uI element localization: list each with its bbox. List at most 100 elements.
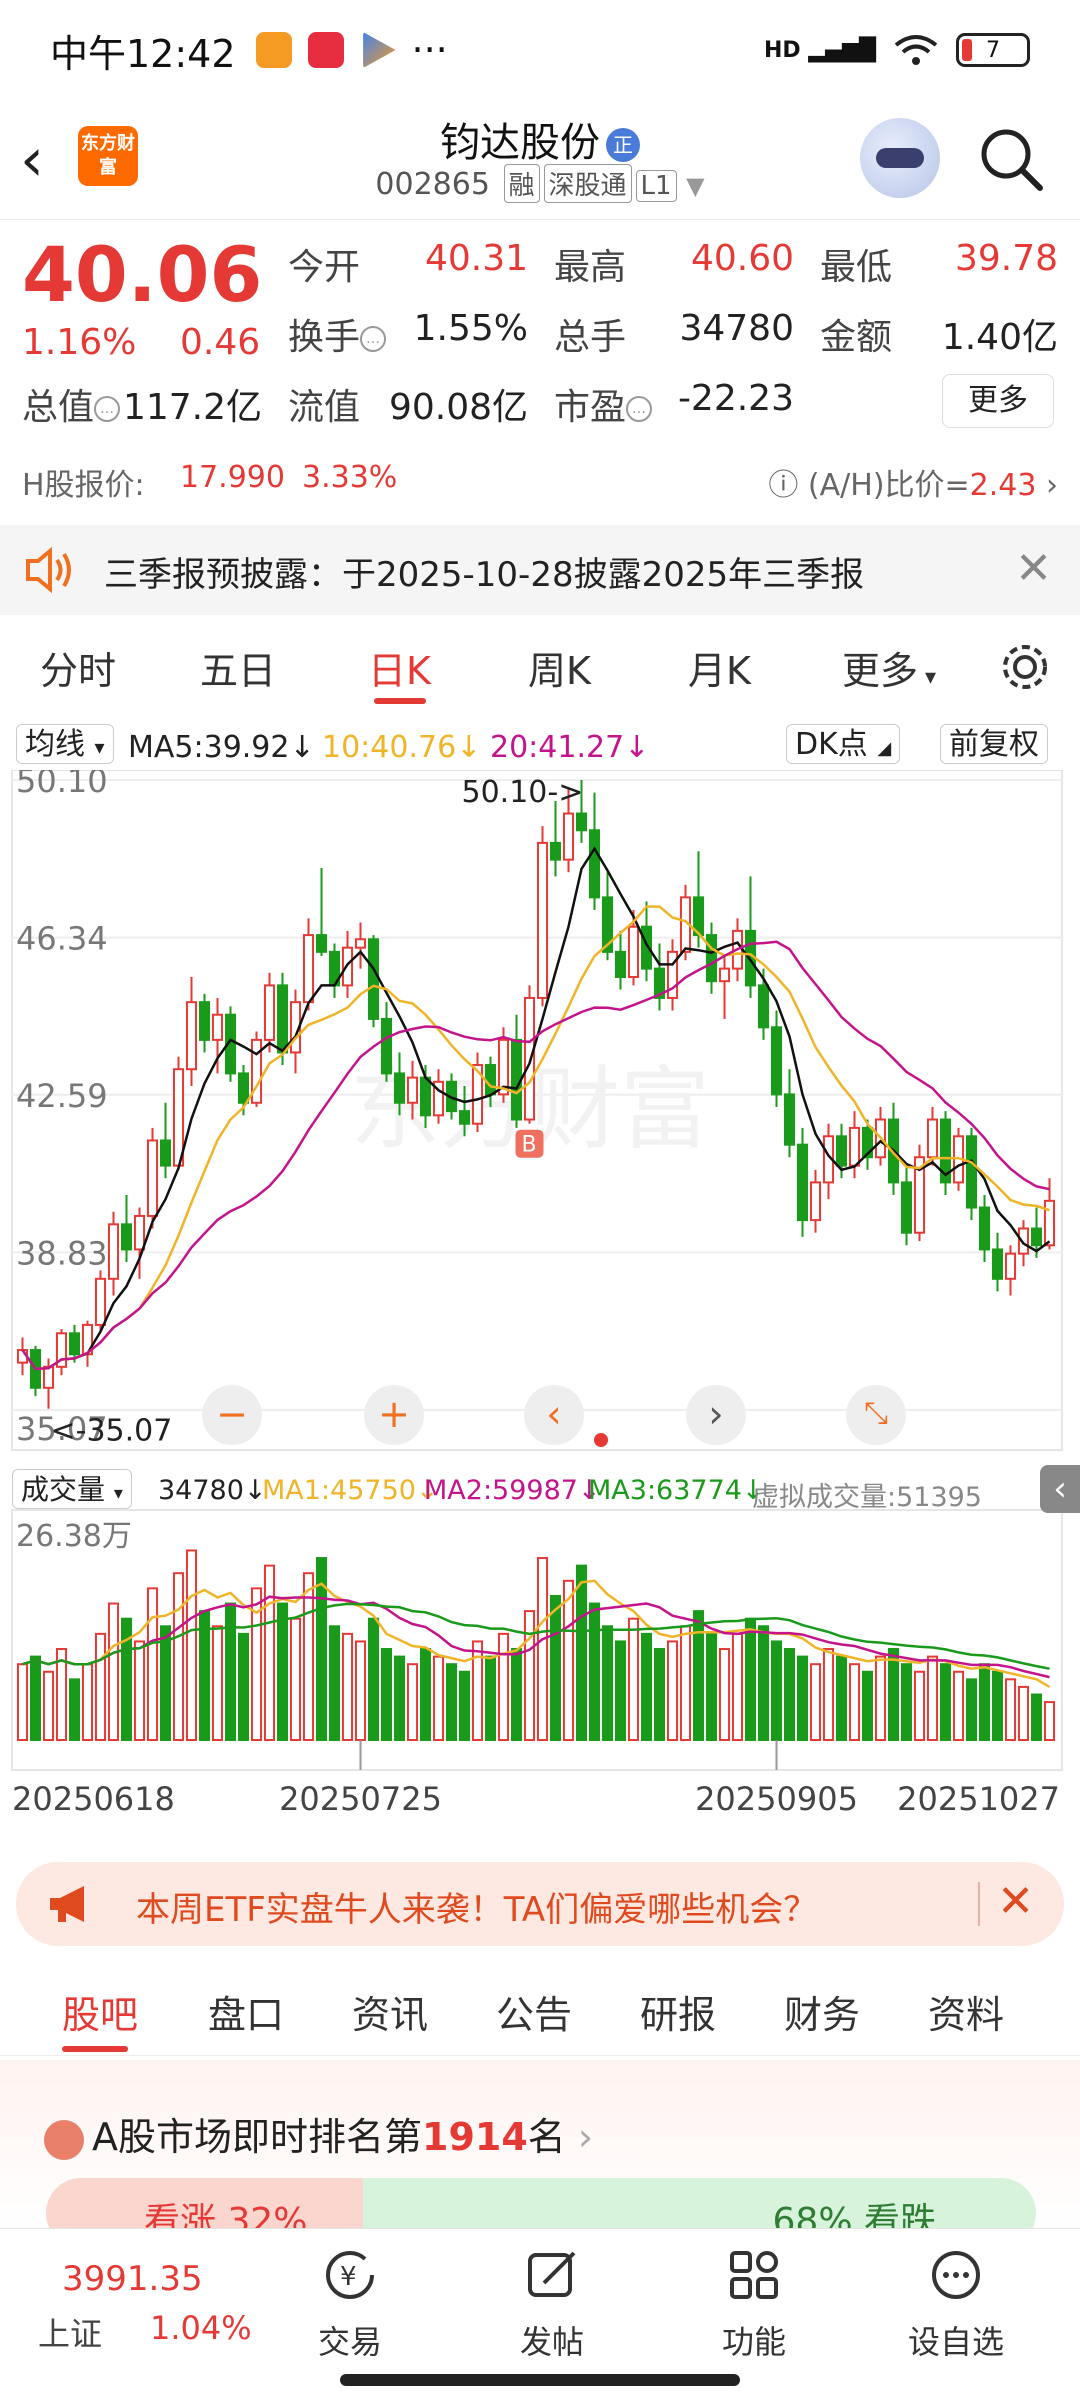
tab-profile[interactable]: 资料 — [928, 1984, 1004, 2039]
volume-bar — [835, 1655, 848, 1742]
tab-order-book[interactable]: 盘口 — [208, 1984, 284, 2039]
volume-bar — [510, 1648, 523, 1741]
scroll-right-button[interactable]: › — [686, 1385, 746, 1445]
tab-intraday[interactable]: 分时 — [40, 640, 116, 695]
candle-body — [926, 1118, 939, 1159]
volume-bar — [562, 1579, 575, 1741]
candle-body — [809, 1181, 822, 1222]
zheng-badge-icon: 正 — [606, 128, 640, 162]
volume-bar — [939, 1663, 952, 1742]
h-share-price: 17.990 — [180, 460, 285, 495]
settings-gear-icon[interactable] — [998, 640, 1052, 694]
tab-news[interactable]: 资讯 — [352, 1984, 428, 2039]
status-time: 中午12:42 — [50, 31, 236, 76]
volume-bar — [1043, 1701, 1056, 1741]
nav-post[interactable]: 发帖 — [492, 2247, 612, 2363]
h-share-row[interactable]: H股报价: 17.990 3.33% ⓘ (A/H)比价=2.43 › — [0, 460, 1080, 510]
scroll-left-button[interactable]: ‹ — [524, 1385, 584, 1445]
tab-daily-k[interactable]: 日K — [368, 640, 431, 695]
candle-body — [159, 1139, 172, 1167]
volume-bar — [380, 1648, 393, 1741]
kline-chart[interactable]: 50.1046.3442.5938.8335.07东方财富50.10-><-35… — [10, 770, 1070, 1850]
volume-bar — [796, 1655, 809, 1742]
ma-selector[interactable]: 均线 ▾ — [16, 724, 114, 764]
date-label: 20250725 — [279, 1780, 442, 1818]
volume-legend: 成交量 ▾ 34780↓ MA1:45750↓ MA2:59987↓ MA3:6… — [0, 1465, 1080, 1515]
volume-bar — [55, 1648, 68, 1741]
tab-more[interactable]: 更多 ▾ — [842, 640, 936, 695]
quote-market-cap[interactable]: 总值… 117.2亿 — [22, 378, 262, 430]
volume-selector[interactable]: 成交量 ▾ — [12, 1469, 132, 1509]
candle-body — [211, 1013, 224, 1041]
candle-body — [354, 938, 367, 949]
quote-float-cap: 流值 90.08亿 — [288, 387, 528, 428]
app-notification-icon-2 — [307, 32, 344, 68]
tab-five-day[interactable]: 五日 — [200, 640, 276, 695]
volume-bar — [367, 1617, 380, 1741]
tab-weekly-k[interactable]: 周K — [528, 640, 591, 695]
play-icon — [363, 32, 396, 68]
quote-high: 最高 40.60 — [554, 238, 794, 288]
index-value[interactable]: 3991.35 — [62, 2259, 203, 2299]
volume-bar — [16, 1663, 29, 1742]
status-bar: 中午12:42 ··· HD ▂▄▆█ 7 — [0, 0, 1080, 100]
more-button[interactable]: 更多 — [942, 374, 1054, 428]
megaphone-icon — [50, 1886, 84, 1922]
tab-announcements[interactable]: 公告 — [496, 1984, 572, 2039]
volume-bar — [1017, 1685, 1030, 1742]
tag-level: L1 — [635, 170, 677, 202]
candle-body — [588, 829, 601, 899]
volume-bar — [588, 1602, 601, 1741]
candle-body — [718, 967, 731, 983]
volume-bar — [614, 1640, 627, 1742]
banner-text: 本周ETF实盘牛人来袭！TA们偏爱哪些机会？ — [136, 1890, 818, 1930]
adjust-selector[interactable]: 前复权 — [940, 724, 1048, 764]
volume-bar — [627, 1617, 640, 1741]
chart-controls: − + ‹ › ⤡ — [0, 1385, 1080, 1455]
volume-bar — [783, 1648, 796, 1741]
zoom-out-button[interactable]: − — [202, 1385, 262, 1445]
speaker-icon — [26, 546, 71, 594]
market-rank[interactable]: A股市场即时排名第1914名 › — [44, 2106, 593, 2161]
fullscreen-icon[interactable]: ⤡ — [846, 1385, 906, 1445]
search-icon[interactable] — [976, 124, 1046, 194]
quote-low: 最低 39.78 — [820, 238, 1058, 288]
volume-bar — [523, 1610, 536, 1742]
tab-finance[interactable]: 财务 — [784, 1984, 860, 2039]
close-icon[interactable]: ✕ — [1015, 543, 1052, 594]
dk-point-selector[interactable]: DK点 ◢ — [786, 724, 901, 764]
ah-ratio[interactable]: ⓘ (A/H)比价=2.43 › — [768, 460, 1058, 504]
rank-panel: A股市场即时排名第1914名 › 看涨 32% 68% 看跌 — [0, 2060, 1080, 2248]
index-name: 上证 — [38, 2315, 103, 2353]
rank-chart-icon — [44, 2119, 84, 2160]
volume-bar — [107, 1602, 120, 1741]
volume-bar — [406, 1663, 419, 1742]
tab-monthly-k[interactable]: 月K — [688, 640, 751, 695]
help-icon: ⓘ — [768, 468, 808, 503]
date-label: 20251027 — [897, 1780, 1060, 1818]
tab-research[interactable]: 研报 — [640, 1984, 716, 2039]
candle-body — [575, 812, 588, 832]
nav-trade[interactable]: ¥ 交易 — [290, 2247, 410, 2363]
close-icon[interactable]: ✕ — [997, 1876, 1034, 1927]
ai-assistant-icon[interactable] — [860, 118, 940, 198]
vol-ma3: MA3:63774↓ — [588, 1475, 765, 1506]
volume-bar — [289, 1617, 302, 1741]
candle-body — [419, 1076, 432, 1117]
nav-add-watchlist[interactable]: 设自选 — [896, 2247, 1016, 2363]
volume-bar — [666, 1640, 679, 1742]
candle-body — [796, 1143, 809, 1222]
promo-banner[interactable]: 本周ETF实盘牛人来袭！TA们偏爱哪些机会？ ✕ — [16, 1862, 1064, 1946]
quote-turnover[interactable]: 换手… 1.55% — [288, 308, 528, 360]
collapse-tab-icon[interactable]: ‹ — [1040, 1465, 1080, 1513]
chevron-down-icon[interactable]: ▼ — [686, 172, 704, 200]
home-indicator[interactable] — [340, 2374, 740, 2386]
tab-forum[interactable]: 股吧 — [62, 1984, 138, 2039]
zoom-in-button[interactable]: + — [364, 1385, 424, 1445]
candle-body — [458, 1110, 471, 1125]
candle-body — [263, 984, 276, 1041]
notice-bar[interactable]: 三季报预披露：于2025-10-28披露2025年三季报 ✕ — [0, 525, 1080, 615]
quote-pe[interactable]: 市盈… -22.23 — [554, 378, 794, 430]
nav-functions[interactable]: 功能 — [694, 2247, 814, 2363]
candle-body — [1030, 1227, 1043, 1247]
